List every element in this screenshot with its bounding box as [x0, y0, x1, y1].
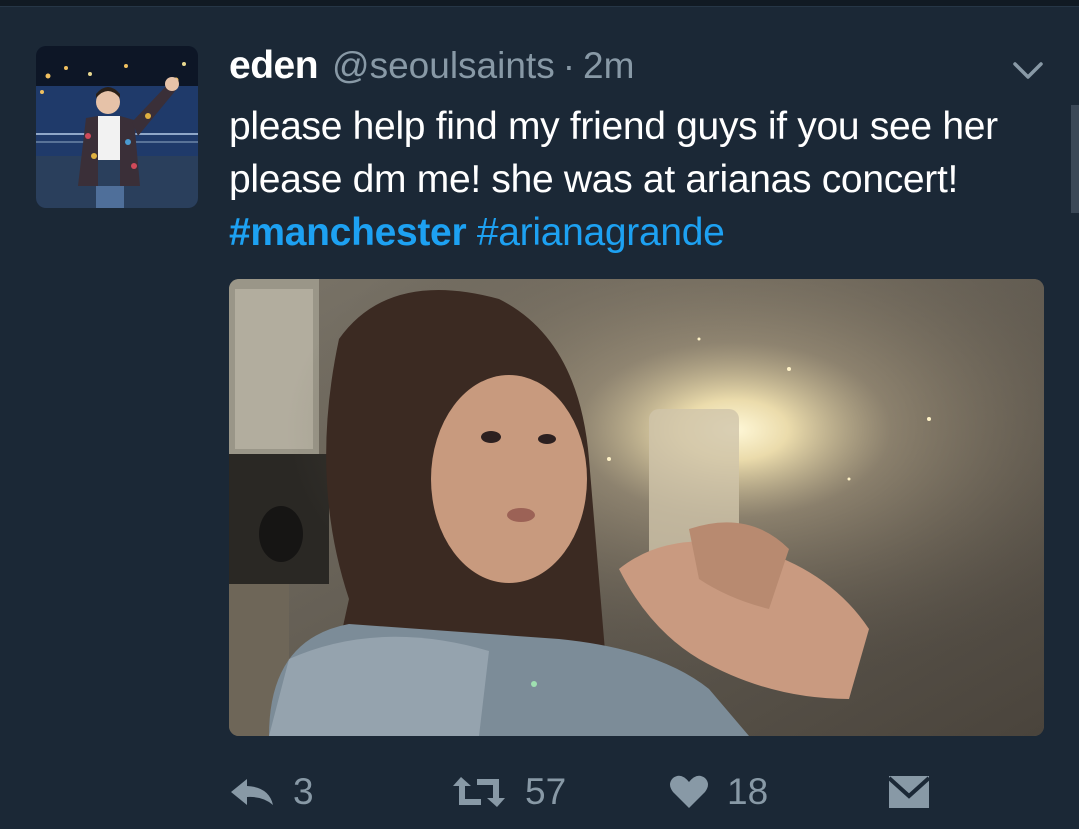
avatar[interactable] — [36, 46, 198, 208]
reply-count: 3 — [293, 771, 314, 812]
envelope-icon — [887, 776, 931, 808]
reply-icon — [231, 779, 273, 805]
tweet-timestamp[interactable]: 2m — [583, 45, 634, 87]
retweet-count: 57 — [525, 771, 567, 812]
tweet-photo[interactable] — [229, 279, 1044, 736]
user-handle[interactable]: @seoulsaints — [332, 45, 555, 87]
tweet-body-text: please help find my friend guys if you s… — [229, 105, 998, 201]
tweet-text: please help find my friend guys if you s… — [229, 100, 1049, 259]
like-button[interactable]: 18 — [669, 762, 768, 822]
retweet-button[interactable]: 57 — [451, 762, 566, 822]
tweet-screen: eden @seoulsaints · 2m please help find … — [0, 0, 1079, 829]
top-divider — [0, 0, 1079, 7]
header-separator: · — [562, 45, 576, 86]
direct-message-button[interactable] — [887, 762, 949, 822]
hashtag-link[interactable]: #arianagrande — [477, 211, 725, 254]
hashtag-link[interactable]: #manchester — [229, 211, 467, 254]
tweet-actions: 3 57 18 — [229, 762, 1044, 822]
scrollbar-thumb[interactable] — [1071, 105, 1079, 213]
retweet-icon — [453, 777, 505, 807]
display-name[interactable]: eden — [229, 44, 319, 88]
reply-button[interactable]: 3 — [229, 762, 314, 822]
chevron-down-icon[interactable] — [1012, 60, 1044, 82]
like-count: 18 — [727, 771, 769, 812]
heart-icon — [670, 775, 708, 808]
tweet-header: eden @seoulsaints · 2m — [229, 44, 634, 94]
